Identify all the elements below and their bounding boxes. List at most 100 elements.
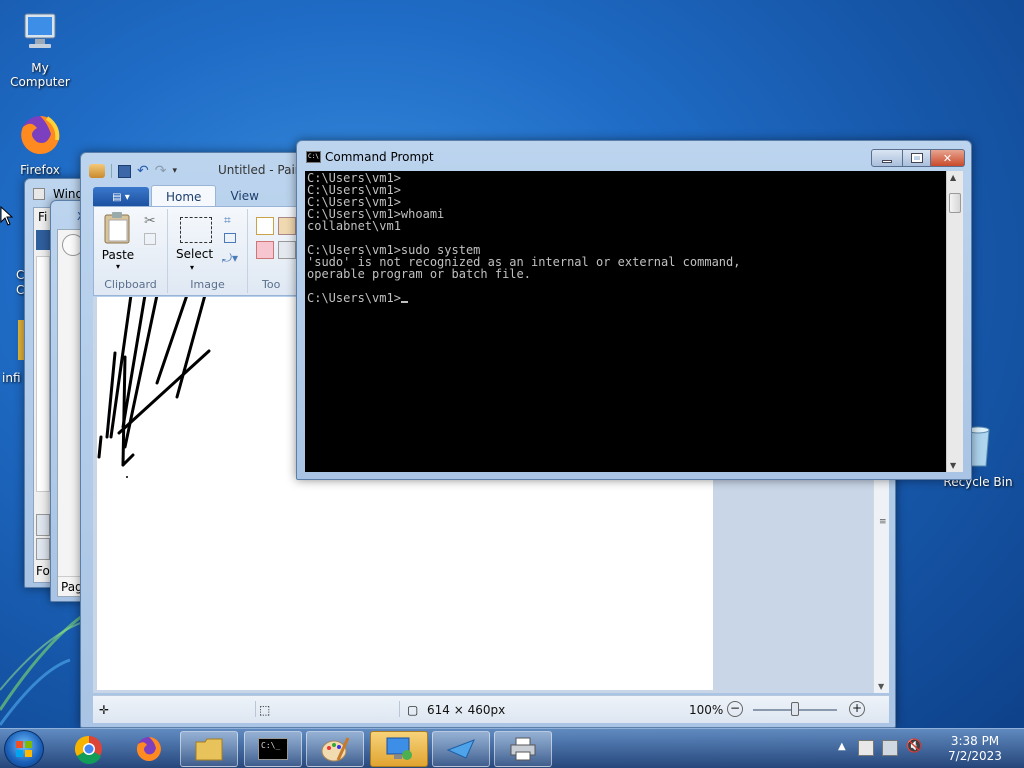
tool-icon[interactable]: [36, 514, 50, 536]
pencil-icon[interactable]: [256, 217, 274, 235]
customize-toolbar-icon[interactable]: ▾: [172, 166, 177, 176]
desktop-icon-firefox[interactable]: Firefox: [0, 112, 80, 177]
text-cursor: [400, 301, 408, 303]
scroll-thumb[interactable]: [949, 193, 961, 213]
redo-icon[interactable]: ↷: [155, 163, 167, 179]
toolbar-icon: [36, 230, 50, 250]
copy-icon[interactable]: [144, 233, 156, 245]
window-bottom-text: Fo: [36, 564, 50, 578]
cmd-icon: C:\: [306, 151, 321, 163]
zoom-slider-thumb[interactable]: [791, 702, 799, 716]
color-picker-icon[interactable]: [278, 241, 296, 259]
start-button[interactable]: [4, 730, 44, 768]
taskbar-remote-app[interactable]: [370, 731, 428, 767]
zoom-in-icon[interactable]: +: [849, 701, 865, 717]
command-prompt-window[interactable]: C:\ Command Prompt ✕ C:\Users\vm1> C:\Use…: [296, 140, 972, 480]
group-label: Too: [262, 278, 281, 291]
taskbar-paint[interactable]: [306, 731, 364, 767]
canvas-size-icon: ▢: [407, 703, 419, 717]
canvas-size: 614 × 460px: [427, 703, 506, 717]
select-label[interactable]: Select: [176, 247, 213, 261]
clock-time: 3:38 PM: [950, 734, 1000, 748]
tab-home[interactable]: Home: [151, 185, 217, 207]
windows-logo-icon: [16, 741, 32, 757]
chevron-down-icon: ▾: [190, 263, 195, 272]
taskbar-app-arrow[interactable]: [432, 731, 490, 767]
show-hidden-icons-icon[interactable]: ▲: [838, 741, 846, 752]
quick-access-toolbar: ↶ ↷ ▾: [89, 161, 177, 181]
clock[interactable]: 3:38 PM 7/2/2023: [940, 734, 1010, 764]
desktop-icon-label: My Computer: [10, 61, 70, 89]
cursor-position-icon: ✛: [99, 703, 110, 717]
clipboard-group: Paste ▾ ✂ Clipboard: [94, 209, 168, 293]
printer-icon: [510, 737, 536, 761]
save-icon[interactable]: [118, 164, 131, 178]
fill-icon[interactable]: [278, 217, 296, 235]
remote-desktop-icon: [386, 737, 412, 760]
crop-icon[interactable]: ⌗: [224, 213, 231, 228]
chrome-icon: [74, 735, 102, 764]
caption-buttons: ✕: [871, 149, 965, 167]
maximize-button[interactable]: [903, 149, 931, 167]
action-center-icon[interactable]: [858, 740, 874, 756]
cut-icon[interactable]: ✂: [144, 213, 156, 229]
console-line: C:\Users\vm1>whoami: [307, 207, 445, 221]
zoom-out-icon[interactable]: −: [727, 701, 743, 717]
group-label: Image: [190, 278, 225, 291]
taskbar: C:\_ ▲ 🔇 3:38 PM 7/2/2023: [0, 728, 1024, 768]
system-tray: ▲ 🔇 3:38 PM 7/2/2023: [814, 729, 1014, 768]
console-line: collabnet\vm1: [307, 219, 401, 233]
scroll-down-icon[interactable]: ▼: [950, 461, 956, 470]
maximize-icon: [910, 153, 923, 163]
scroll-down-icon[interactable]: ▼: [878, 682, 884, 691]
firefox-icon: [136, 737, 161, 761]
side-panel: [36, 256, 50, 492]
divider: [255, 701, 256, 717]
console-line: operable program or batch file.: [307, 267, 531, 281]
console-line: C:\Users\vm1>: [307, 171, 401, 185]
tab-view[interactable]: View: [216, 185, 272, 207]
desktop-icon-label: Firefox: [20, 163, 60, 177]
clipboard-icon: [104, 212, 130, 244]
minimize-button[interactable]: [871, 149, 903, 167]
volume-muted-icon[interactable]: 🔇: [906, 739, 922, 754]
paint-menu-button[interactable]: ▤ ▾: [93, 187, 149, 207]
console-prompt: C:\Users\vm1>: [307, 291, 401, 305]
console-scrollbar[interactable]: ▲ ▼: [946, 171, 963, 472]
paste-label: Paste: [101, 248, 135, 262]
mouse-cursor-icon: [0, 206, 14, 226]
selection-size-icon: ⬚: [259, 703, 271, 717]
window-title: Command Prompt: [325, 150, 434, 164]
zoom-level: 100%: [689, 703, 724, 717]
divider: [111, 164, 112, 178]
close-button[interactable]: ✕: [931, 149, 965, 167]
desktop-icon-my-computer[interactable]: My Computer: [0, 10, 80, 89]
computer-icon: [0, 10, 80, 59]
network-icon[interactable]: [882, 740, 898, 756]
chevron-down-icon: ▾: [115, 262, 120, 271]
scroll-up-icon[interactable]: ▲: [950, 173, 956, 182]
paste-button[interactable]: Paste ▾: [98, 211, 138, 271]
taskbar-firefox[interactable]: [120, 731, 178, 767]
clock-date: 7/2/2023: [948, 749, 1002, 763]
console-output[interactable]: C:\Users\vm1> C:\Users\vm1> C:\Users\vm1> C…: [305, 171, 963, 472]
tool-icon[interactable]: [36, 538, 50, 560]
paint-app-icon: [89, 164, 105, 178]
paint-palette-icon: [321, 737, 350, 762]
menu-item-file[interactable]: Fi: [38, 210, 47, 224]
undo-icon[interactable]: ↶: [137, 163, 149, 179]
desktop-partial-label: infi: [2, 371, 21, 385]
eraser-icon[interactable]: [256, 241, 274, 259]
firefox-icon: [0, 112, 80, 161]
rotate-icon[interactable]: ⤾▾: [222, 251, 238, 266]
taskbar-command-prompt[interactable]: C:\_: [244, 731, 302, 767]
resize-icon[interactable]: [224, 233, 236, 243]
scroll-grip-icon: ≡: [879, 517, 887, 527]
tools-group: Too: [248, 209, 298, 293]
taskbar-chrome[interactable]: [60, 731, 118, 767]
group-label: Clipboard: [104, 278, 157, 291]
taskbar-printer[interactable]: [494, 731, 552, 767]
taskbar-explorer[interactable]: [180, 731, 238, 767]
select-icon[interactable]: [180, 217, 212, 243]
